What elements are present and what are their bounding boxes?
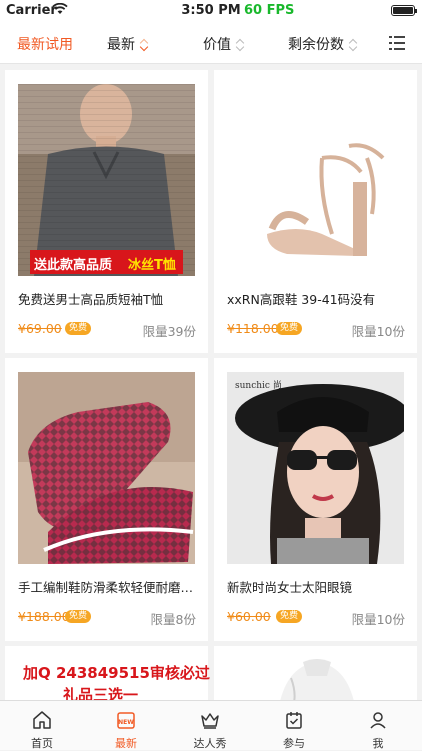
product-card[interactable]: xxRN高跟鞋 39-41码没有 ¥118.00 免费 限量10份: [214, 70, 417, 353]
free-badge: 免费: [65, 322, 92, 335]
fps-counter: 60 FPS: [244, 3, 295, 18]
product-image-woven-shoes: [18, 372, 195, 564]
limit-count: 限量10份: [351, 612, 405, 627]
product-card[interactable]: 手工编制鞋防滑柔软轻便耐磨… ¥188.00 免费 限量8份: [5, 358, 208, 641]
battery-icon: [391, 5, 417, 16]
product-title: 手工编制鞋防滑柔软轻便耐磨…: [18, 580, 194, 595]
tab-label: 达人秀: [193, 737, 227, 750]
product-image-heels: [227, 84, 404, 276]
svg-text:NEW: NEW: [118, 719, 134, 726]
free-badge: 免费: [276, 322, 303, 335]
filter-latest-trial[interactable]: 最新试用: [17, 34, 73, 54]
calendar-check-icon: [286, 712, 302, 729]
filter-label: 最新试用: [17, 37, 73, 53]
brand-text: sunchic 尚: [235, 381, 282, 391]
free-badge: 免费: [276, 610, 303, 623]
sort-arrows-icon: [139, 37, 149, 52]
product-card[interactable]: sunchic 尚 新款时尚女士太阳眼镜 ¥60.00 免费 限量10份: [214, 358, 417, 641]
filter-value[interactable]: 价值: [203, 34, 245, 54]
product-image-sunglasses-model: sunchic 尚: [227, 372, 404, 564]
tab-label: 最新: [115, 737, 137, 750]
sort-arrows-icon: [235, 37, 245, 52]
status-bar: Carrier 3:50 PM 60 FPS: [0, 0, 422, 22]
product-title: 免费送男士高品质短袖T恤: [18, 292, 164, 307]
product-image-partial: [227, 658, 404, 700]
product-card[interactable]: 送此款高品质 冰丝T恤 免费送男士高品质短袖T恤 ¥69.00 免费 限量39份: [5, 70, 208, 353]
crown-icon: [201, 713, 219, 729]
filter-newest[interactable]: 最新: [107, 34, 149, 54]
promo-text: 礼品三选一: [63, 686, 139, 700]
filter-label: 剩余份数: [288, 37, 344, 53]
product-title: 新款时尚女士太阳眼镜: [227, 580, 353, 595]
tab-me[interactable]: 我: [336, 701, 420, 751]
product-card[interactable]: 加Q 243849515审核必过 礼品三选一: [5, 646, 210, 700]
tab-label: 我: [372, 737, 384, 750]
product-price: ¥60.00: [227, 609, 271, 624]
product-title: xxRN高跟鞋 39-41码没有: [227, 292, 376, 307]
filter-bar: 最新试用 最新 价值 剩余份数: [0, 22, 422, 64]
tab-participate[interactable]: 参与: [252, 701, 336, 751]
product-price: ¥69.00: [18, 321, 62, 336]
sort-arrows-icon: [348, 37, 358, 52]
user-icon: [370, 712, 386, 729]
tab-home[interactable]: 首页: [0, 701, 84, 751]
filter-label: 价值: [203, 37, 231, 53]
tab-bar: 首页 NEW 最新 达人秀 参与 我: [0, 700, 422, 750]
promo-text: 加Q 243849515审核必过: [23, 664, 210, 682]
banner-text: 送此款高品质: [34, 258, 113, 273]
filter-remaining[interactable]: 剩余份数: [288, 34, 358, 54]
tab-talent-show[interactable]: 达人秀: [168, 701, 252, 751]
clock: 3:50 PM: [181, 3, 241, 18]
product-price: ¥188.00: [18, 609, 70, 624]
banner-text-highlight: 冰丝T恤: [128, 258, 176, 273]
tab-label: 参与: [283, 737, 305, 750]
product-price: ¥118.00: [227, 321, 279, 336]
limit-count: 限量39份: [142, 324, 196, 339]
home-icon: [33, 711, 51, 729]
tab-newest[interactable]: NEW 最新: [84, 701, 168, 751]
limit-count: 限量8份: [150, 612, 196, 627]
product-image-tshirt: 送此款高品质 冰丝T恤: [18, 84, 195, 276]
limit-count: 限量10份: [351, 324, 405, 339]
new-icon: NEW: [117, 712, 135, 729]
product-card[interactable]: [214, 646, 417, 700]
list-menu-icon[interactable]: [389, 36, 405, 50]
tab-label: 首页: [31, 737, 53, 750]
filter-label: 最新: [107, 37, 135, 53]
product-grid: 送此款高品质 冰丝T恤 免费送男士高品质短袖T恤 ¥69.00 免费 限量39份…: [0, 64, 422, 700]
free-badge: 免费: [65, 610, 92, 623]
